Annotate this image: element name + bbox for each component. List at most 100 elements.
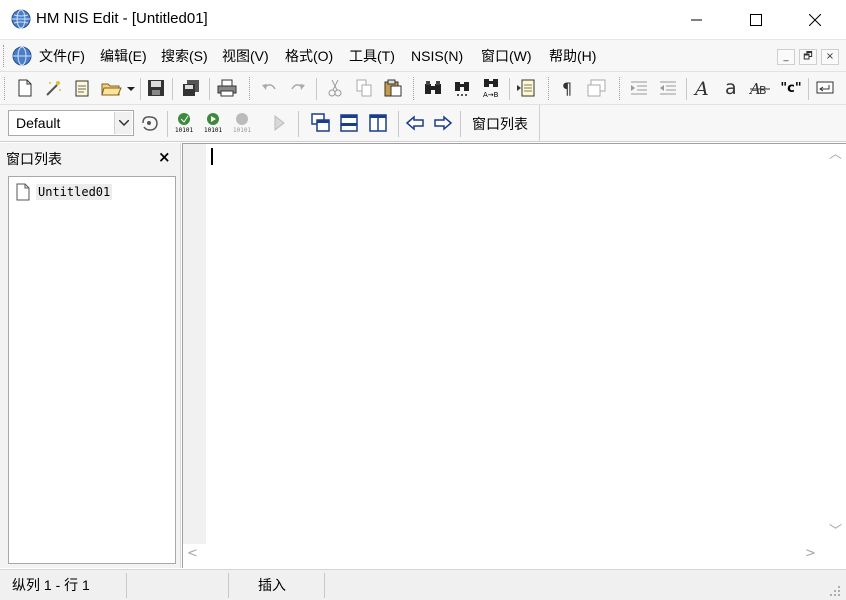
mdi-restore-button[interactable]: 🗗 [799, 49, 817, 65]
save-all-button[interactable] [180, 77, 202, 99]
horizontal-scrollbar[interactable]: < > [183, 544, 825, 565]
scroll-up-icon[interactable]: ︿ [829, 148, 842, 162]
new-file-button[interactable] [14, 77, 36, 99]
window-title: HM NIS Edit - [Untitled01] [36, 10, 208, 27]
mdi-minimize-button[interactable]: _ [777, 49, 795, 65]
menu-tools[interactable]: 工具(T) [349, 47, 395, 65]
scroll-right-icon[interactable]: > [805, 547, 816, 561]
compile-run-button[interactable]: 10101 [203, 112, 225, 134]
globe-app-icon [11, 9, 31, 29]
indent-button[interactable] [628, 77, 650, 99]
mdi-close-button[interactable]: × [821, 49, 839, 65]
uppercase-button[interactable]: A [692, 77, 714, 99]
find-next-button[interactable] [451, 77, 473, 99]
wizard-icon [46, 81, 61, 96]
open-folder-icon [101, 83, 135, 96]
save-all-icon [183, 80, 199, 96]
uppercase-icon: A [693, 78, 709, 98]
editor-gutter [183, 144, 206, 544]
minimize-icon [691, 19, 702, 21]
replace-button[interactable]: A→B [480, 77, 502, 99]
redo-button[interactable] [287, 77, 309, 99]
toggle-case-button[interactable]: AB [749, 77, 771, 99]
save-button[interactable] [145, 77, 167, 99]
menu-grip[interactable] [3, 45, 6, 67]
open-button[interactable] [99, 77, 137, 99]
undo-button[interactable] [258, 77, 280, 99]
copy-icon [356, 79, 372, 97]
find-button[interactable] [422, 77, 444, 99]
svg-text:a: a [725, 78, 737, 98]
prev-window-button[interactable] [404, 112, 426, 134]
svg-text:A→B: A→B [483, 91, 499, 98]
goto-line-button[interactable] [515, 77, 537, 99]
close-icon [809, 14, 821, 26]
wizard-button[interactable] [42, 77, 64, 99]
compile-button[interactable]: 10101 [174, 112, 196, 134]
window-tree: Untitled01 [8, 176, 176, 564]
toggle-case-icon: AB [749, 80, 770, 98]
replace-icon: A→B [483, 79, 499, 98]
cascade-button[interactable] [310, 112, 332, 134]
indent-icon [631, 81, 647, 95]
cut-button[interactable] [324, 77, 346, 99]
panel-title: 窗口列表 [6, 151, 62, 167]
menu-search[interactable]: 搜索(S) [161, 47, 208, 65]
document-icon [16, 183, 30, 201]
menu-view[interactable]: 视图(V) [222, 47, 269, 65]
window-list-item[interactable]: Untitled01 [16, 182, 113, 202]
tile-horizontal-button[interactable] [338, 112, 360, 134]
goto-line-icon [517, 79, 535, 97]
toolbar-grip[interactable] [4, 77, 7, 100]
minimize-button[interactable] [668, 0, 726, 40]
chevron-down-icon[interactable] [114, 112, 132, 134]
menu-window[interactable]: 窗口(W) [481, 47, 532, 65]
scroll-down-icon[interactable]: ﹀ [829, 525, 842, 539]
prev-window-icon [405, 115, 424, 131]
find-icon [425, 81, 441, 94]
resize-grip-icon[interactable] [826, 582, 842, 598]
svg-text:¶: ¶ [562, 79, 572, 97]
lowercase-button[interactable]: a [720, 77, 742, 99]
cut-icon [328, 79, 342, 97]
show-whitespace-button[interactable]: ¶ [557, 77, 579, 99]
maximize-button[interactable] [727, 0, 785, 40]
maximize-icon [750, 14, 762, 26]
copy-button[interactable] [353, 77, 375, 99]
document-globe-icon[interactable] [12, 46, 32, 66]
print-icon [217, 79, 237, 97]
language-select[interactable]: Default [8, 110, 134, 136]
stop-compile-button[interactable]: 10101 [232, 112, 254, 134]
next-window-button[interactable] [432, 112, 454, 134]
word-wrap-icon [587, 79, 606, 97]
close-button[interactable] [786, 0, 844, 40]
language-select-value: Default [16, 115, 61, 131]
paste-button[interactable] [382, 77, 404, 99]
word-wrap-button[interactable] [586, 77, 608, 99]
svg-text:10101: 10101 [175, 127, 193, 134]
panel-close-button[interactable]: × [158, 148, 171, 166]
next-window-icon [434, 115, 453, 131]
outdent-button[interactable] [657, 77, 679, 99]
line-break-button[interactable] [814, 77, 836, 99]
vertical-scrollbar[interactable]: ︿ ﹀ [825, 144, 846, 544]
text-caret [211, 148, 213, 165]
menu-help[interactable]: 帮助(H) [549, 47, 596, 65]
tile-vertical-button[interactable] [367, 112, 389, 134]
template-button[interactable] [71, 77, 93, 99]
menu-format[interactable]: 格式(O) [285, 47, 333, 65]
menu-edit[interactable]: 编辑(E) [100, 47, 147, 65]
macro-button[interactable] [139, 112, 161, 134]
code-editor[interactable]: ︿ ﹀ < > [182, 143, 846, 568]
scroll-left-icon[interactable]: < [187, 547, 198, 561]
svg-text:B: B [759, 84, 767, 97]
pilcrow-icon: ¶ [562, 79, 572, 97]
menu-nsis[interactable]: NSIS(N) [411, 47, 463, 65]
window-list-panel: 窗口列表 × Untitled01 [0, 143, 181, 568]
window-list-button[interactable]: 窗口列表 [466, 111, 534, 137]
print-button[interactable] [216, 77, 238, 99]
quote-label: "c" [780, 80, 802, 96]
quote-button[interactable]: "c" [778, 77, 804, 99]
run-button[interactable] [268, 112, 290, 134]
menu-file[interactable]: 文件(F) [39, 47, 85, 65]
